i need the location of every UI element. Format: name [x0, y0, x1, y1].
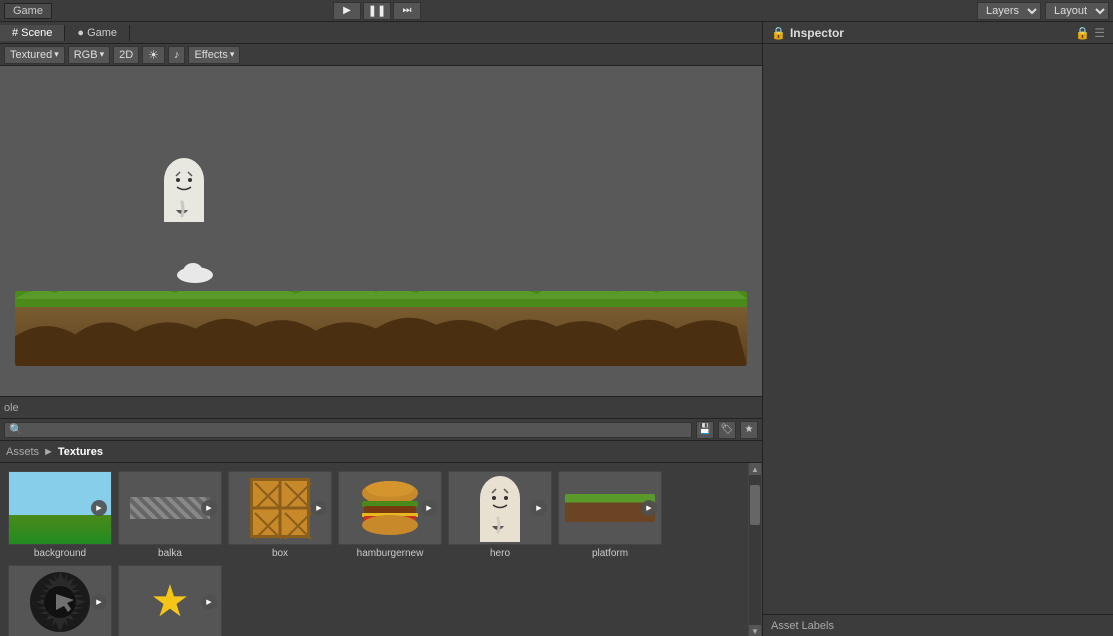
effects-dropdown[interactable]: Effects▾: [188, 46, 240, 64]
game-tab[interactable]: Game: [4, 3, 52, 19]
asset-thumb-star: ★ ▶: [118, 565, 222, 636]
bottom-panel: ole 💾 🏷 ★ Assets ► Textures ▶ background: [0, 396, 762, 636]
breadcrumb-textures: Textures: [58, 446, 103, 458]
top-bar: Game ▶ ❚❚ ⏭ Layers Layout: [0, 0, 1113, 22]
asset-thumb-saw: ▶: [8, 565, 112, 636]
asset-play-btn[interactable]: ▶: [531, 500, 547, 516]
asset-item-box[interactable]: ▶ box: [228, 471, 332, 559]
scene-tab[interactable]: # Scene: [0, 25, 65, 41]
inspector-lock-icon[interactable]: 🔒: [1075, 26, 1090, 40]
asset-scrollbar[interactable]: ▲ ▼: [748, 463, 762, 636]
breadcrumb-separator: ►: [43, 446, 54, 458]
asset-thumb-platform: ▶: [558, 471, 662, 545]
asset-thumb-balka: ▶: [118, 471, 222, 545]
layers-dropdown[interactable]: Layers: [977, 2, 1041, 20]
asset-label: box: [272, 548, 288, 559]
asset-item-saw[interactable]: ▶ saw 1: [8, 565, 112, 636]
star-icon[interactable]: ★: [740, 421, 758, 439]
asset-search[interactable]: [4, 422, 692, 438]
asset-toolbar: 💾 🏷 ★: [0, 419, 762, 441]
console-label: ole: [4, 402, 19, 414]
asset-label: hamburgernew: [357, 548, 424, 559]
asset-thumb-background: ▶: [8, 471, 112, 545]
asset-thumb-burger: ▶: [338, 471, 442, 545]
ghost-character: [160, 154, 208, 222]
asset-play-btn[interactable]: ▶: [91, 500, 107, 516]
asset-label: platform: [592, 548, 628, 559]
asset-item-burger[interactable]: ▶ hamburgernew: [338, 471, 442, 559]
console-toolbar: ole: [0, 397, 762, 419]
inspector-icon: 🔒: [771, 26, 786, 40]
tag-icon[interactable]: 🏷: [718, 421, 736, 439]
asset-labels-text: Asset Labels: [771, 620, 834, 632]
rgb-dropdown[interactable]: RGB▾: [68, 46, 110, 64]
asset-item-star[interactable]: ★ ▶: [118, 565, 222, 636]
asset-item-platform[interactable]: ▶ platform: [558, 471, 662, 559]
asset-play-btn[interactable]: ▶: [311, 500, 327, 516]
asset-play-btn[interactable]: ▶: [201, 500, 217, 516]
lights-icon[interactable]: ☀: [142, 46, 165, 64]
game-tab-bar[interactable]: ● Game: [65, 25, 130, 41]
textured-dropdown[interactable]: Textured▾: [4, 46, 65, 64]
breadcrumb-assets: Assets: [6, 446, 39, 458]
asset-item-background[interactable]: ▶ background: [8, 471, 112, 559]
asset-label: hero: [490, 548, 510, 559]
asset-play-btn[interactable]: ▶: [641, 500, 657, 516]
asset-thumb-hero: ▶: [448, 471, 552, 545]
asset-grid: ▶ background ▶ balka: [0, 463, 762, 636]
asset-play-btn[interactable]: ▶: [201, 594, 217, 610]
cloud: [175, 261, 215, 286]
asset-label: background: [34, 548, 86, 559]
save-icon[interactable]: 💾: [696, 421, 714, 439]
inspector-title: Inspector: [790, 26, 844, 40]
inspector-panel: 🔒 Inspector 🔒 ☰ Asset Labels: [762, 22, 1113, 636]
assets-breadcrumb: Assets ► Textures: [0, 441, 762, 463]
layout-dropdown[interactable]: Layout: [1045, 2, 1109, 20]
asset-labels-bar: Asset Labels: [763, 614, 1113, 636]
asset-item-hero[interactable]: ▶ hero: [448, 471, 552, 559]
play-button[interactable]: ▶: [333, 2, 361, 20]
pause-button[interactable]: ❚❚: [363, 2, 391, 20]
asset-label: balka: [158, 548, 182, 559]
ground-platform: [15, 291, 747, 366]
asset-play-btn[interactable]: ▶: [421, 500, 437, 516]
inspector-content: [763, 44, 1113, 614]
scene-view: [0, 66, 762, 396]
step-button[interactable]: ⏭: [393, 2, 421, 20]
2d-button[interactable]: 2D: [113, 46, 139, 64]
asset-thumb-box: ▶: [228, 471, 332, 545]
audio-icon[interactable]: ♪: [168, 46, 186, 64]
inspector-header: 🔒 Inspector 🔒 ☰: [763, 22, 1113, 44]
asset-play-btn[interactable]: ▶: [91, 594, 107, 610]
asset-item-balka[interactable]: ▶ balka: [118, 471, 222, 559]
inspector-menu-icon[interactable]: ☰: [1094, 26, 1105, 40]
playback-controls: ▶ ❚❚ ⏭: [333, 2, 421, 20]
top-right-controls: Layers Layout: [977, 2, 1109, 20]
